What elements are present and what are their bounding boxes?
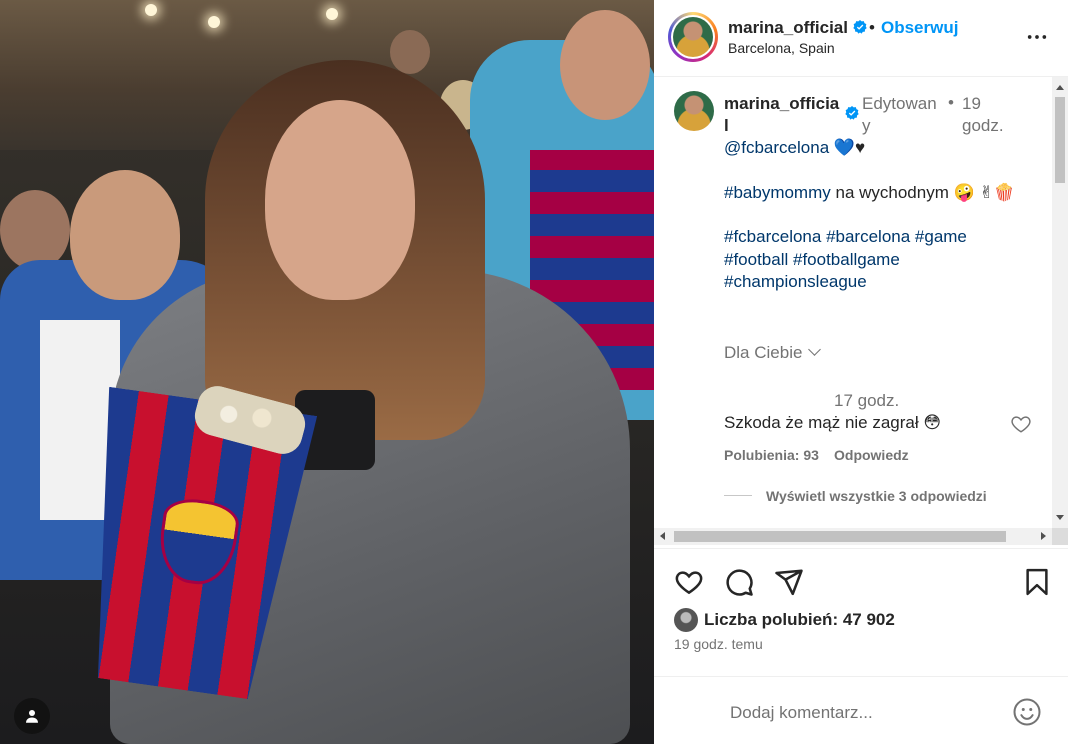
hashtag-line[interactable]: #football #footballgame	[724, 249, 1044, 272]
reply-button[interactable]: Odpowiedz	[834, 447, 909, 463]
follow-button[interactable]: Obserwuj	[881, 18, 958, 38]
comments-feed[interactable]: marina_official Edytowany • 19 godz. @fc…	[654, 77, 1052, 528]
fan-head	[560, 10, 650, 120]
likes-count[interactable]: Liczba polubień: 47 902	[704, 610, 895, 630]
mention-link[interactable]: @fcbarcelona	[724, 138, 829, 157]
edited-label: Edytowany	[862, 94, 937, 135]
hashtag-line[interactable]: #championsleague	[724, 271, 1044, 294]
crowd-person	[0, 190, 70, 270]
man-head	[70, 170, 180, 300]
hashtag-link[interactable]: #babymommy	[724, 183, 831, 202]
share-icon[interactable]	[774, 567, 804, 597]
heart-icon[interactable]	[1010, 413, 1032, 435]
for-you-dropdown[interactable]: Dla Ciebie	[724, 343, 822, 363]
scroll-left-arrow[interactable]	[660, 532, 665, 540]
scroll-up-arrow[interactable]	[1056, 85, 1064, 90]
post-timestamp[interactable]: 19 godz. temu	[674, 636, 763, 652]
emoji-icon[interactable]	[1012, 697, 1042, 727]
scroll-down-arrow[interactable]	[1056, 515, 1064, 520]
separator-dot: •	[869, 18, 875, 37]
horizontal-scrollbar[interactable]	[654, 528, 1052, 545]
for-you-label: Dla Ciebie	[724, 343, 803, 362]
comment-text: Szkoda że mąż nie zagrał 😳	[724, 413, 942, 432]
replies-divider	[724, 495, 752, 496]
heart-icon[interactable]	[674, 567, 704, 597]
post-actions	[654, 548, 1068, 605]
scrollbar-thumb[interactable]	[1055, 97, 1065, 183]
caption-text: @fcbarcelona 💙♥ #babymommy na wychodnym …	[724, 137, 1044, 294]
scrollbar-thumb[interactable]	[674, 531, 1006, 542]
user-icon	[26, 710, 38, 723]
verified-badge-icon	[845, 106, 859, 120]
comment-likes[interactable]: Polubienia: 93	[724, 447, 819, 463]
caption-line: na wychodnym	[830, 182, 954, 202]
location-link[interactable]: Barcelona, Spain	[728, 40, 835, 56]
woman-face	[265, 100, 415, 300]
add-comment-bar	[654, 676, 1068, 745]
tagged-users-button[interactable]	[14, 698, 50, 734]
header-username[interactable]: marina_official	[728, 18, 848, 37]
liker-avatar	[674, 608, 698, 632]
view-replies-button[interactable]: Wyświetl wszystkie 3 odpowiedzi	[766, 488, 987, 504]
verified-badge-icon	[853, 20, 867, 34]
stadium-light	[208, 16, 220, 28]
post-photo[interactable]	[0, 0, 654, 744]
avatar[interactable]	[673, 17, 713, 57]
vertical-scrollbar[interactable]	[1052, 77, 1068, 528]
stadium-light	[326, 8, 338, 20]
separator-dot: •	[948, 93, 954, 112]
header-username-wrap: marina_official	[728, 18, 868, 38]
mention-emoji: 💙♥	[833, 138, 866, 157]
comment-input[interactable]	[730, 703, 990, 723]
crowd-person	[390, 30, 430, 74]
story-ring[interactable]	[668, 12, 718, 62]
bookmark-icon[interactable]	[1022, 567, 1052, 597]
caption-avatar[interactable]	[674, 91, 714, 131]
comment-time: 17 godz.	[834, 391, 900, 410]
scrollbar-corner	[1052, 528, 1068, 545]
hashtag-line[interactable]: #fcbarcelona #barcelona #game	[724, 226, 1044, 249]
caption-time[interactable]: 19 godz.	[962, 93, 1022, 137]
post-sidebar: marina_official • Obserwuj Barcelona, Sp…	[654, 0, 1068, 744]
caption-emoji: 🤪 ✌🍿	[953, 182, 1015, 202]
more-options-icon[interactable]	[1026, 26, 1048, 48]
stadium-light	[145, 4, 157, 16]
comment-icon[interactable]	[724, 567, 754, 597]
chevron-down-icon	[808, 343, 822, 356]
scroll-right-arrow[interactable]	[1041, 532, 1046, 540]
caption-username[interactable]: marina_official	[724, 93, 840, 137]
post-header: marina_official • Obserwuj Barcelona, Sp…	[654, 0, 1068, 77]
